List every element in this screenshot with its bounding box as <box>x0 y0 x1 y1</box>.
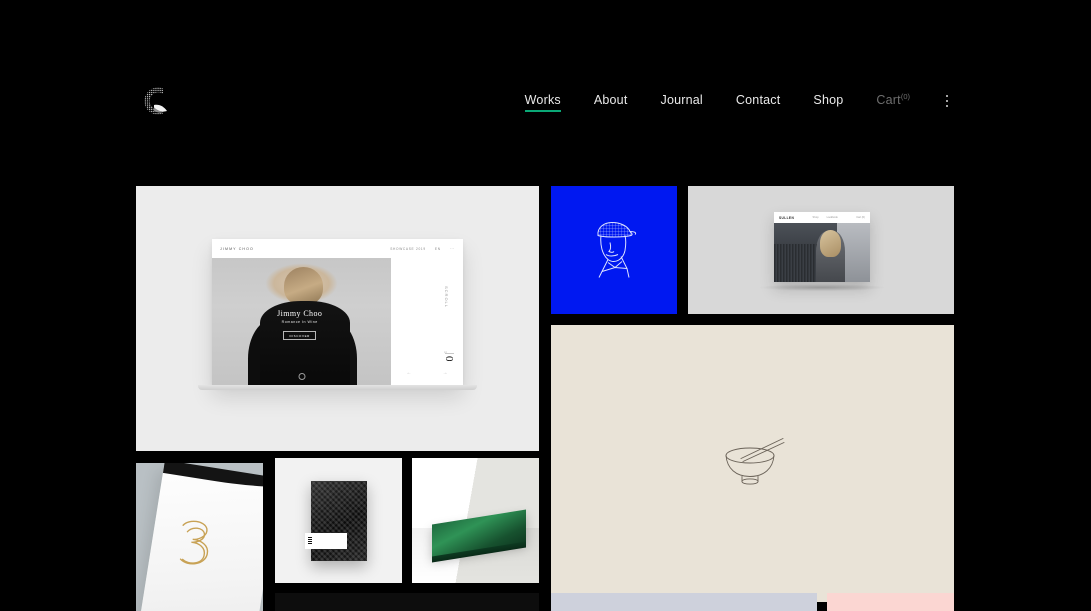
model-hair <box>283 266 323 305</box>
nav-item-works[interactable]: Works <box>524 90 562 112</box>
tile-pink-strip[interactable] <box>827 593 954 611</box>
nav-item-about[interactable]: About <box>594 90 628 112</box>
tile-black-bubble-mailer[interactable] <box>275 458 402 583</box>
photo-model-hair <box>820 230 842 257</box>
nav-item-cart[interactable]: Cart(0) <box>876 89 910 112</box>
nav-item-contact[interactable]: Contact <box>736 90 780 112</box>
tile-lavender-strip[interactable] <box>551 593 817 611</box>
tile-jimmy-choo-project[interactable]: JIMMY CHOO SHOWCASE 2019 EN ··· Jimmy Ch… <box>136 186 539 451</box>
tile-gold-monogram-stationery[interactable] <box>136 463 263 611</box>
browser-mockup: SULLEN Shop Lookbook Cart (0) <box>774 212 870 282</box>
mockup-brand: JIMMY CHOO <box>220 246 254 251</box>
nav-item-shop[interactable]: Shop <box>813 90 843 112</box>
mockup-title: Jimmy Choo <box>277 308 323 318</box>
c-monogram-logo[interactable] <box>136 81 172 121</box>
mockup-scroll-label: SCROLL <box>444 286 449 309</box>
browser-link-lookbook: Lookbook <box>826 216 838 219</box>
model-photo: Jimmy Choo Romance In Wine DISCOVER <box>212 258 391 385</box>
mockup-discover-button[interactable]: DISCOVER <box>283 331 316 341</box>
tile-green-book[interactable] <box>412 458 539 583</box>
gold-monogram-icon <box>169 512 219 579</box>
tile-restaurant-branding[interactable] <box>551 325 954 602</box>
mockup-nav-more: ··· <box>449 246 455 251</box>
bowl-with-chopsticks-line-drawing <box>720 437 786 490</box>
browser-shadow <box>758 284 886 291</box>
slider-next-icon[interactable]: → <box>443 370 448 376</box>
browser-navbar: SULLEN Shop Lookbook Cart (0) <box>774 212 870 223</box>
nav-item-journal[interactable]: Journal <box>661 90 703 112</box>
mockup-caption: Jimmy Choo Romance In Wine DISCOVER <box>251 309 348 342</box>
counter-total: 1 <box>443 350 448 353</box>
mockup-slider-arrows[interactable]: ← → <box>391 361 463 385</box>
page-root: Works About Journal Contact Shop Cart(0)… <box>0 0 1091 611</box>
slider-prev-icon[interactable]: ← <box>407 370 412 376</box>
tile-fashion-ecommerce[interactable]: SULLEN Shop Lookbook Cart (0) <box>688 186 954 314</box>
browser-link-shop: Shop <box>812 216 819 219</box>
mailer-shipping-label <box>304 532 347 549</box>
works-grid: JIMMY CHOO SHOWCASE 2019 EN ··· Jimmy Ch… <box>136 186 954 611</box>
scroll-indicator-icon <box>298 373 305 380</box>
cart-label: Cart <box>876 93 901 108</box>
mockup-nav-lang: EN <box>434 246 441 251</box>
browser-cart: Cart (0) <box>856 216 865 219</box>
counter-rule <box>444 352 454 353</box>
mockup-hero-body: Jimmy Choo Romance In Wine DISCOVER SCRO… <box>212 258 463 385</box>
main-nav: Works About Journal Contact Shop Cart(0) <box>524 89 954 112</box>
photo-building <box>774 244 821 282</box>
laptop-mockup: JIMMY CHOO SHOWCASE 2019 EN ··· Jimmy Ch… <box>212 239 463 385</box>
mockup-navbar: JIMMY CHOO SHOWCASE 2019 EN ··· <box>212 239 463 258</box>
mockup-subtitle: Romance In Wine <box>281 319 318 324</box>
site-header: Works About Journal Contact Shop Cart(0) <box>136 75 954 127</box>
tile-blue-portrait[interactable] <box>551 186 677 314</box>
laptop-base <box>198 385 477 390</box>
kebab-menu-icon[interactable] <box>940 93 954 109</box>
cart-count: (0) <box>900 92 910 102</box>
bubble-mailer <box>304 480 367 561</box>
mockup-side-panel: SCROLL 1 05 ← → <box>391 258 463 385</box>
tile-dark-strip[interactable] <box>275 593 539 611</box>
browser-hero-photo <box>774 223 870 282</box>
browser-brand: SULLEN <box>779 215 795 220</box>
dark-strip-surface <box>275 593 539 611</box>
man-in-flat-cap-line-drawing <box>588 217 640 284</box>
mockup-nav-right: SHOWCASE 2019 <box>390 246 426 251</box>
